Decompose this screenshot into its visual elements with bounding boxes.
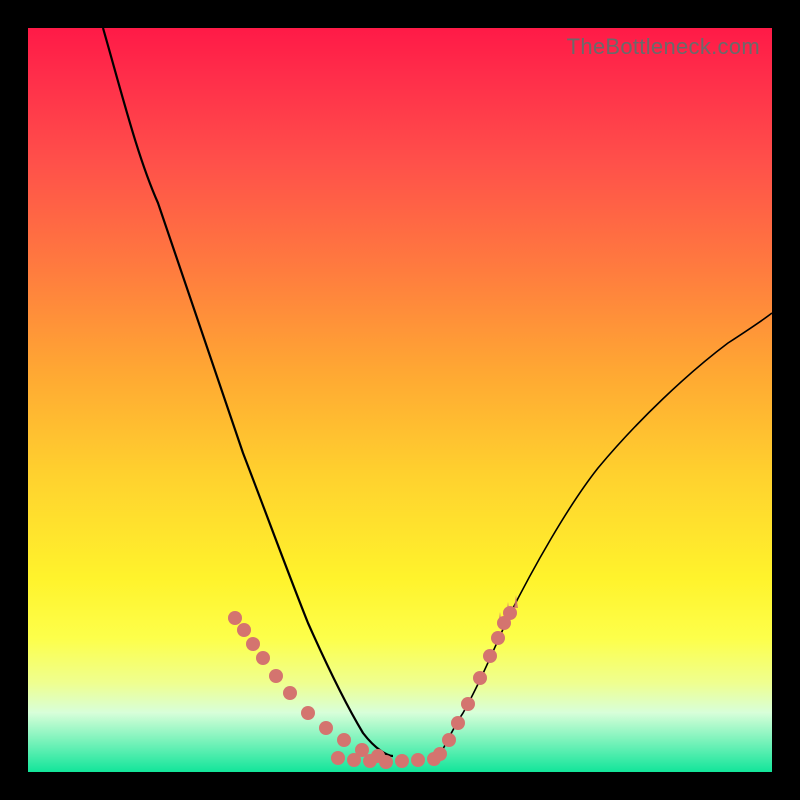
left-dot-cluster (228, 611, 385, 763)
bottleneck-curve (28, 28, 772, 772)
curve-right-branch (438, 313, 772, 758)
chart-frame: TheBottleneck.com (28, 28, 772, 772)
right-dot-cluster (433, 606, 517, 761)
